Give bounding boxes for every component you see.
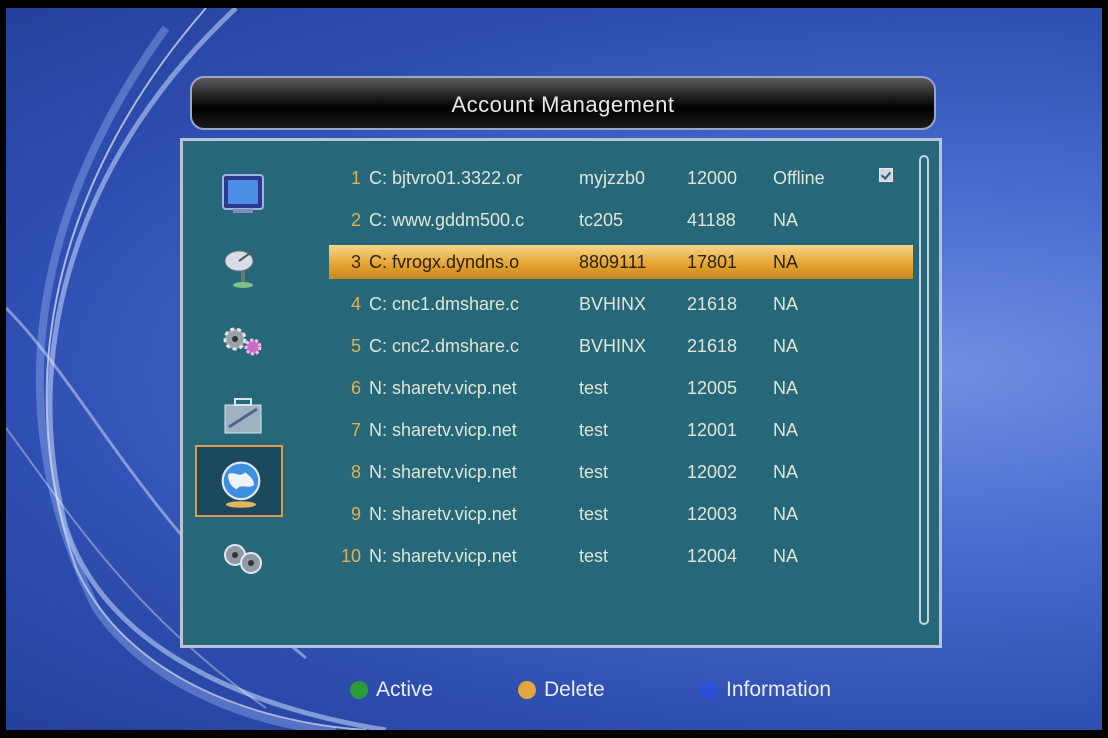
- row-server: N: sharetv.vicp.net: [369, 546, 517, 566]
- row-user: test: [579, 462, 609, 482]
- row-user: test: [579, 420, 609, 440]
- row-port: 41188: [687, 210, 736, 230]
- row-port: 17801: [687, 252, 738, 272]
- green-dot-icon: [350, 681, 368, 699]
- row-status: NA: [773, 462, 799, 482]
- toolbox-icon[interactable]: [217, 391, 269, 439]
- row-server: C: www.gddm500.c: [369, 210, 525, 230]
- row-user: test: [579, 504, 609, 524]
- row-server: N: sharetv.vicp.net: [369, 420, 517, 440]
- row-number: 8: [350, 462, 361, 482]
- title-bar: Account Management: [190, 76, 936, 130]
- row-server: C: fvrogx.dyndns.o: [369, 252, 520, 272]
- active-checkbox[interactable]: [879, 168, 893, 182]
- row-number: 7: [350, 420, 361, 440]
- blue-dot-icon: [700, 681, 718, 699]
- gears-icon[interactable]: [217, 317, 269, 365]
- row-user: test: [579, 546, 609, 566]
- row-port: 12001: [687, 420, 738, 440]
- tv-icon[interactable]: [217, 169, 269, 217]
- row-server: C: cnc1.dmshare.c: [369, 294, 520, 314]
- row-server: N: sharetv.vicp.net: [369, 504, 517, 524]
- row-status: Offline: [773, 168, 825, 188]
- row-user: tc205: [579, 210, 624, 230]
- account-row[interactable]: 9 N: sharetv.vicp.net test 12003 NA: [329, 497, 913, 531]
- row-server: C: cnc2.dmshare.c: [369, 336, 520, 356]
- row-port: 12002: [687, 462, 738, 482]
- row-user: BVHINX: [579, 336, 647, 356]
- row-number: 2: [350, 210, 361, 230]
- tv-screen: Account Management 1 C: bjtvro01.3322.or m…: [6, 8, 1102, 730]
- row-status: NA: [773, 378, 799, 398]
- account-row[interactable]: 2 C: www.gddm500.c tc205 41188 NA: [329, 203, 913, 237]
- row-port: 21618: [687, 336, 738, 356]
- row-status: NA: [773, 546, 799, 566]
- account-row[interactable]: 7 N: sharetv.vicp.net test 12001 NA: [329, 413, 913, 447]
- row-port: 12005: [687, 378, 738, 398]
- row-number: 10: [340, 546, 361, 566]
- globe-icon[interactable]: [213, 457, 269, 509]
- row-status: NA: [773, 420, 799, 440]
- row-server: N: sharetv.vicp.net: [369, 378, 517, 398]
- row-server: N: sharetv.vicp.net: [369, 462, 517, 482]
- row-status: NA: [773, 504, 799, 524]
- row-port: 12000: [687, 168, 738, 188]
- row-number: 4: [350, 294, 361, 314]
- row-port: 12004: [687, 546, 738, 566]
- account-row[interactable]: 6 N: sharetv.vicp.net test 12005 NA: [329, 371, 913, 405]
- row-number: 5: [350, 336, 361, 356]
- row-number: 1: [350, 168, 361, 188]
- satellite-dish-icon[interactable]: [217, 243, 269, 291]
- row-user: 8809111: [579, 252, 647, 272]
- row-user: BVHINX: [579, 294, 647, 314]
- account-row[interactable]: 8 N: sharetv.vicp.net test 12002 NA: [329, 455, 913, 489]
- row-user: test: [579, 378, 609, 398]
- page-title: Account Management: [451, 92, 675, 117]
- scrollbar[interactable]: [919, 155, 929, 625]
- row-port: 12003: [687, 504, 738, 524]
- row-status: NA: [773, 294, 799, 314]
- legend-label: Active: [376, 678, 434, 701]
- row-number: 6: [350, 378, 361, 398]
- row-server: C: bjtvro01.3322.or: [369, 168, 523, 188]
- row-user: myjzzb0: [579, 168, 646, 188]
- yellow-dot-icon: [518, 681, 536, 699]
- account-row[interactable]: 5 C: cnc2.dmshare.c BVHINX 21618 NA: [329, 329, 913, 363]
- row-status: NA: [773, 252, 799, 272]
- legend-label: Information: [726, 678, 832, 701]
- account-panel: 1 C: bjtvro01.3322.or myjzzb0 12000 Offline 2…: [180, 138, 942, 648]
- row-number: 9: [350, 504, 361, 524]
- account-row[interactable]: 1 C: bjtvro01.3322.or myjzzb0 12000 Offline: [329, 161, 913, 195]
- row-number: 3: [350, 252, 361, 272]
- row-port: 21618: [687, 294, 738, 314]
- account-row[interactable]: 3 C: fvrogx.dyndns.o 8809111 17801 NA: [329, 245, 913, 279]
- legend-label: Delete: [544, 678, 605, 701]
- account-row[interactable]: 4 C: cnc1.dmshare.c BVHINX 21618 NA: [329, 287, 913, 321]
- film-reels-icon[interactable]: [217, 535, 269, 583]
- row-status: NA: [773, 336, 799, 356]
- account-row[interactable]: 10 N: sharetv.vicp.net test 12004 NA: [329, 539, 913, 573]
- row-status: NA: [773, 210, 799, 230]
